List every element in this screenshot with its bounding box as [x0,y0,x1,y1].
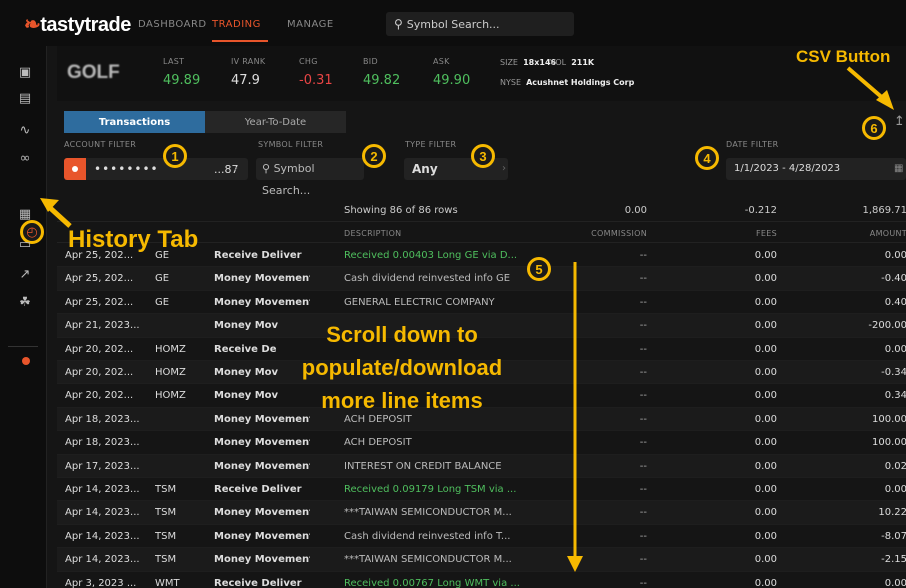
annotation-arrows [40,66,894,572]
app-window: ❧tastytrade DASHBOARD TRADING MANAGE ⚲ S… [0,0,906,588]
step-badge-3: 3 [471,144,495,168]
scroll-note-line-2: populate/download [301,355,503,380]
csv-button-annotation: CSV Button [796,47,891,66]
step-badge-2: 2 [362,144,386,168]
scroll-arrow [567,262,583,572]
step-badge-5: 5 [527,257,551,281]
step-badge-1: 1 [163,144,187,168]
step-badge-4: 4 [695,146,719,170]
step-badge-6: 6 [862,116,886,140]
scroll-note-line-1: Scroll down to [326,322,478,347]
csv-arrow [846,66,894,110]
scroll-note-line-3: more line items [321,388,483,413]
history-arrow [40,198,72,228]
scroll-note: Scroll down to populate/download more li… [268,318,536,417]
history-tab-annotation: History Tab [68,226,199,253]
